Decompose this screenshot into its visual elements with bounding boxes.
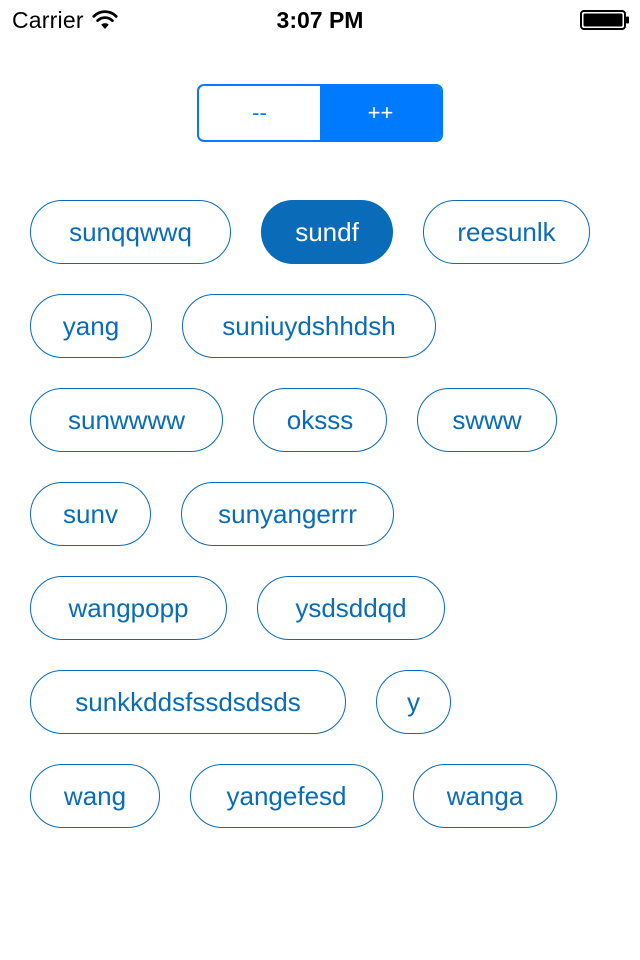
tag-button[interactable]: y: [376, 670, 451, 734]
segment-increment[interactable]: ++: [320, 86, 441, 140]
tag-button[interactable]: yangefesd: [190, 764, 383, 828]
tag-button[interactable]: sunwwww: [30, 388, 223, 452]
tag-button[interactable]: sunqqwwq: [30, 200, 231, 264]
tag-button[interactable]: sunyangerrr: [181, 482, 394, 546]
tag-button[interactable]: yang: [30, 294, 152, 358]
tag-button[interactable]: wangpopp: [30, 576, 227, 640]
battery-full-icon: [580, 10, 629, 30]
tag-button[interactable]: wang: [30, 764, 160, 828]
segmented-control: -- ++: [197, 84, 443, 142]
tag-button[interactable]: swww: [417, 388, 557, 452]
tag-button-selected[interactable]: sundf: [261, 200, 393, 264]
tag-button[interactable]: oksss: [253, 388, 387, 452]
segment-decrement[interactable]: --: [199, 86, 320, 140]
tag-button[interactable]: wanga: [413, 764, 557, 828]
clock: 3:07 PM: [276, 7, 364, 33]
tag-button[interactable]: suniuydshhdsh: [182, 294, 436, 358]
tag-button[interactable]: ysdsddqd: [257, 576, 445, 640]
tag-button[interactable]: reesunlk: [423, 200, 590, 264]
tag-button[interactable]: sunkkddsfssdsdsds: [30, 670, 346, 734]
status-bar: Carrier 3:07 PM: [0, 0, 640, 40]
tag-button[interactable]: sunv: [30, 482, 151, 546]
